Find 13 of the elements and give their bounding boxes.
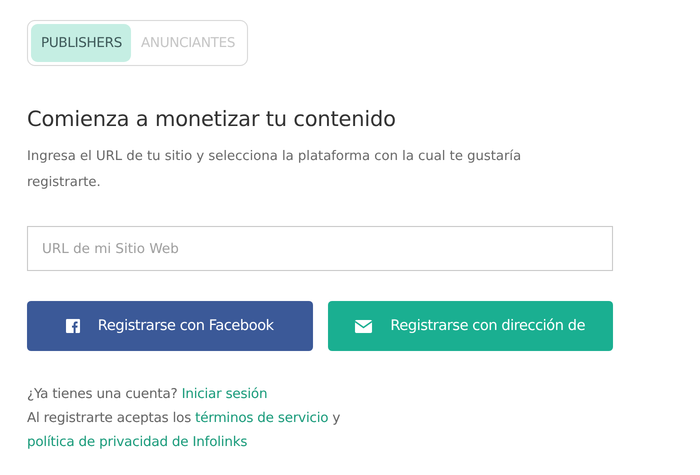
text-link[interactable]: términos de servicio [195, 410, 328, 426]
footer-text: ¿Ya tienes una cuenta? Iniciar sesión [27, 385, 268, 404]
facebook-icon [66, 319, 80, 333]
envelope-icon [355, 320, 372, 332]
intro-text: Ingresa el URL de tu sitio y selecciona la plataforma con la cual te gustaría registrarte. [27, 148, 522, 192]
tab[interactable]: PUBLISHERS [31, 24, 131, 62]
email-signup-button[interactable]: Registrarse con dirección de [328, 301, 613, 351]
url-field[interactable]: URL de mi Sitio Web [27, 226, 613, 271]
facebook-signup-button[interactable]: Registrarse con Facebook [27, 301, 312, 351]
text-link[interactable]: Iniciar sesión [182, 386, 268, 402]
text-link[interactable]: política de privacidad de Infolinks [27, 434, 248, 450]
heading: Comienza a monetizar tu contenido [27, 107, 397, 131]
footer-text: Al registrarte aceptas los términos de servicio y política de privacidad de Infolinks [27, 409, 342, 452]
